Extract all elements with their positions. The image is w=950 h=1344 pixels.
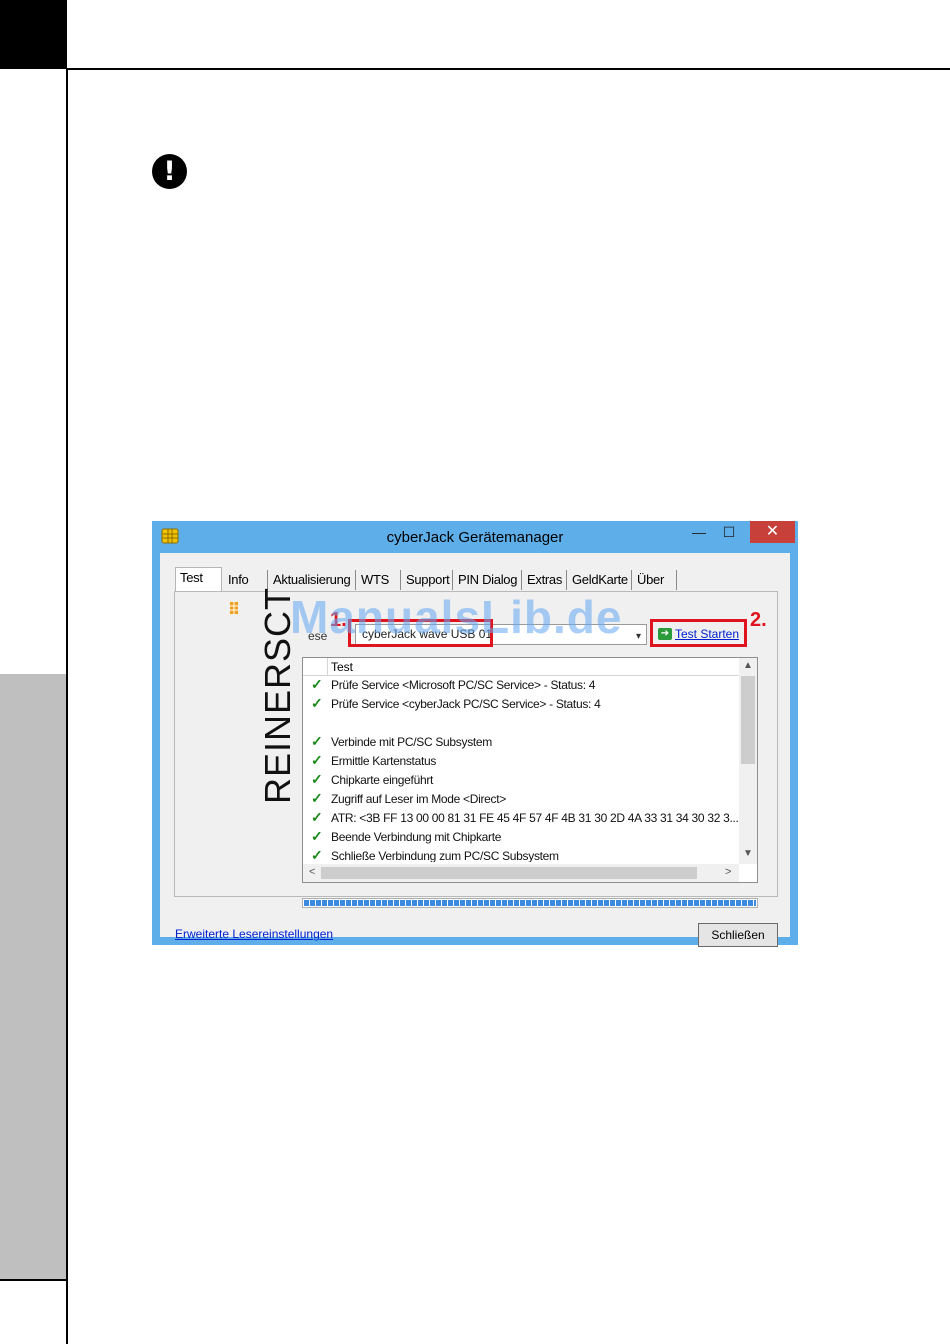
row-text: Beende Verbindung mit Chipkarte — [331, 830, 502, 844]
reinersct-logo: REINERSCT — [218, 587, 298, 804]
row-text: Prüfe Service <cyberJack PC/SC Service> … — [331, 697, 601, 711]
step2-label: 2. — [750, 609, 767, 631]
check-icon: ✓ — [311, 847, 323, 862]
list-row[interactable]: ✓ Chipkarte eingeführt — [303, 771, 739, 790]
scroll-right-icon[interactable]: > — [725, 866, 731, 878]
tab-support[interactable]: Support — [402, 570, 453, 590]
list-header-status — [303, 658, 328, 675]
check-icon: ✓ — [311, 828, 323, 844]
row-text: Chipkarte eingeführt — [331, 773, 434, 787]
vertical-scroll-thumb[interactable] — [741, 676, 755, 764]
list-row[interactable]: ✓ Beende Verbindung mit Chipkarte — [303, 828, 739, 847]
chevron-down-icon[interactable]: ▾ — [636, 631, 641, 642]
list-row[interactable]: ✓ Prüfe Service <Microsoft PC/SC Service>… — [303, 676, 739, 695]
title-bar[interactable]: cyberJack Gerätemanager — ☐ ✕ — [152, 521, 798, 553]
chip-icon — [230, 602, 238, 614]
top-rule — [67, 68, 950, 70]
test-results-list[interactable]: Test ✓ Prüfe Service <Microsoft PC/SC Ser… — [302, 657, 758, 883]
row-text: Ermittle Kartenstatus — [331, 754, 437, 768]
chapter-tab — [0, 674, 66, 1280]
check-icon: ✓ — [311, 676, 323, 692]
list-header-test: Test — [331, 660, 354, 674]
warning-icon: ! — [152, 154, 187, 189]
scroll-left-icon[interactable]: < — [309, 866, 315, 878]
list-row[interactable]: ✓ ATR: <3B FF 13 00 00 81 31 FE 45 4F 57 … — [303, 809, 739, 828]
watermark: ManualsLib.de — [290, 591, 623, 643]
tab-test[interactable]: Test — [175, 567, 222, 592]
tab-pin-dialog[interactable]: PIN Dialog — [454, 570, 522, 590]
list-row[interactable]: ✓ Zugriff auf Leser im Mode <Direct> — [303, 790, 739, 809]
progress-bar — [302, 898, 758, 908]
tab-extras[interactable]: Extras — [523, 570, 567, 590]
close-button[interactable]: Schließen — [698, 923, 778, 947]
check-icon: ✓ — [311, 771, 323, 787]
minimize-button[interactable]: — — [682, 521, 716, 543]
list-row[interactable] — [303, 714, 739, 733]
row-text: Prüfe Service <Microsoft PC/SC Service> … — [331, 678, 596, 692]
list-row[interactable]: ✓ Schließe Verbindung zum PC/SC Subsystem — [303, 847, 739, 862]
scroll-up-icon[interactable]: ▲ — [739, 660, 757, 671]
list-row[interactable]: ✓ Prüfe Service <cyberJack PC/SC Service>… — [303, 695, 739, 714]
check-icon: ✓ — [311, 695, 323, 711]
row-text: Schließe Verbindung zum PC/SC Subsystem — [331, 849, 559, 862]
row-text: Zugriff auf Leser im Mode <Direct> — [331, 792, 506, 806]
check-icon: ✓ — [311, 790, 323, 806]
list-header: Test — [303, 658, 757, 676]
app-window: cyberJack Gerätemanager — ☐ ✕ Test Info … — [152, 521, 798, 947]
tab-wts[interactable]: WTS — [357, 570, 401, 590]
list-row[interactable]: ✓ Verbinde mit PC/SC Subsystem — [303, 733, 739, 752]
margin-rule — [0, 1279, 67, 1281]
horizontal-scroll-thumb[interactable] — [321, 867, 697, 879]
check-icon: ✓ — [311, 752, 323, 768]
check-icon: ✓ — [311, 809, 323, 825]
vertical-scrollbar[interactable]: ▲ ▼ — [739, 658, 757, 864]
tab-ueber[interactable]: Über — [633, 570, 677, 590]
row-text: ATR: <3B FF 13 00 00 81 31 FE 45 4F 57 4… — [331, 811, 739, 825]
close-window-button[interactable]: ✕ — [750, 521, 795, 543]
horizontal-scrollbar[interactable]: < > — [303, 864, 739, 882]
maximize-button[interactable]: ☐ — [716, 521, 742, 543]
tab-geldkarte[interactable]: GeldKarte — [568, 570, 632, 590]
progress-fill — [304, 900, 756, 906]
highlight-box-step2 — [650, 619, 747, 647]
list-row[interactable]: ✓ Ermittle Kartenstatus — [303, 752, 739, 771]
scroll-down-icon[interactable]: ▼ — [739, 848, 757, 859]
check-icon: ✓ — [311, 733, 323, 749]
page-corner-block — [0, 0, 67, 69]
margin-line — [66, 69, 68, 1344]
advanced-settings-link[interactable]: Erweiterte Lesereinstellungen — [175, 927, 333, 941]
row-text: Verbinde mit PC/SC Subsystem — [331, 735, 493, 749]
